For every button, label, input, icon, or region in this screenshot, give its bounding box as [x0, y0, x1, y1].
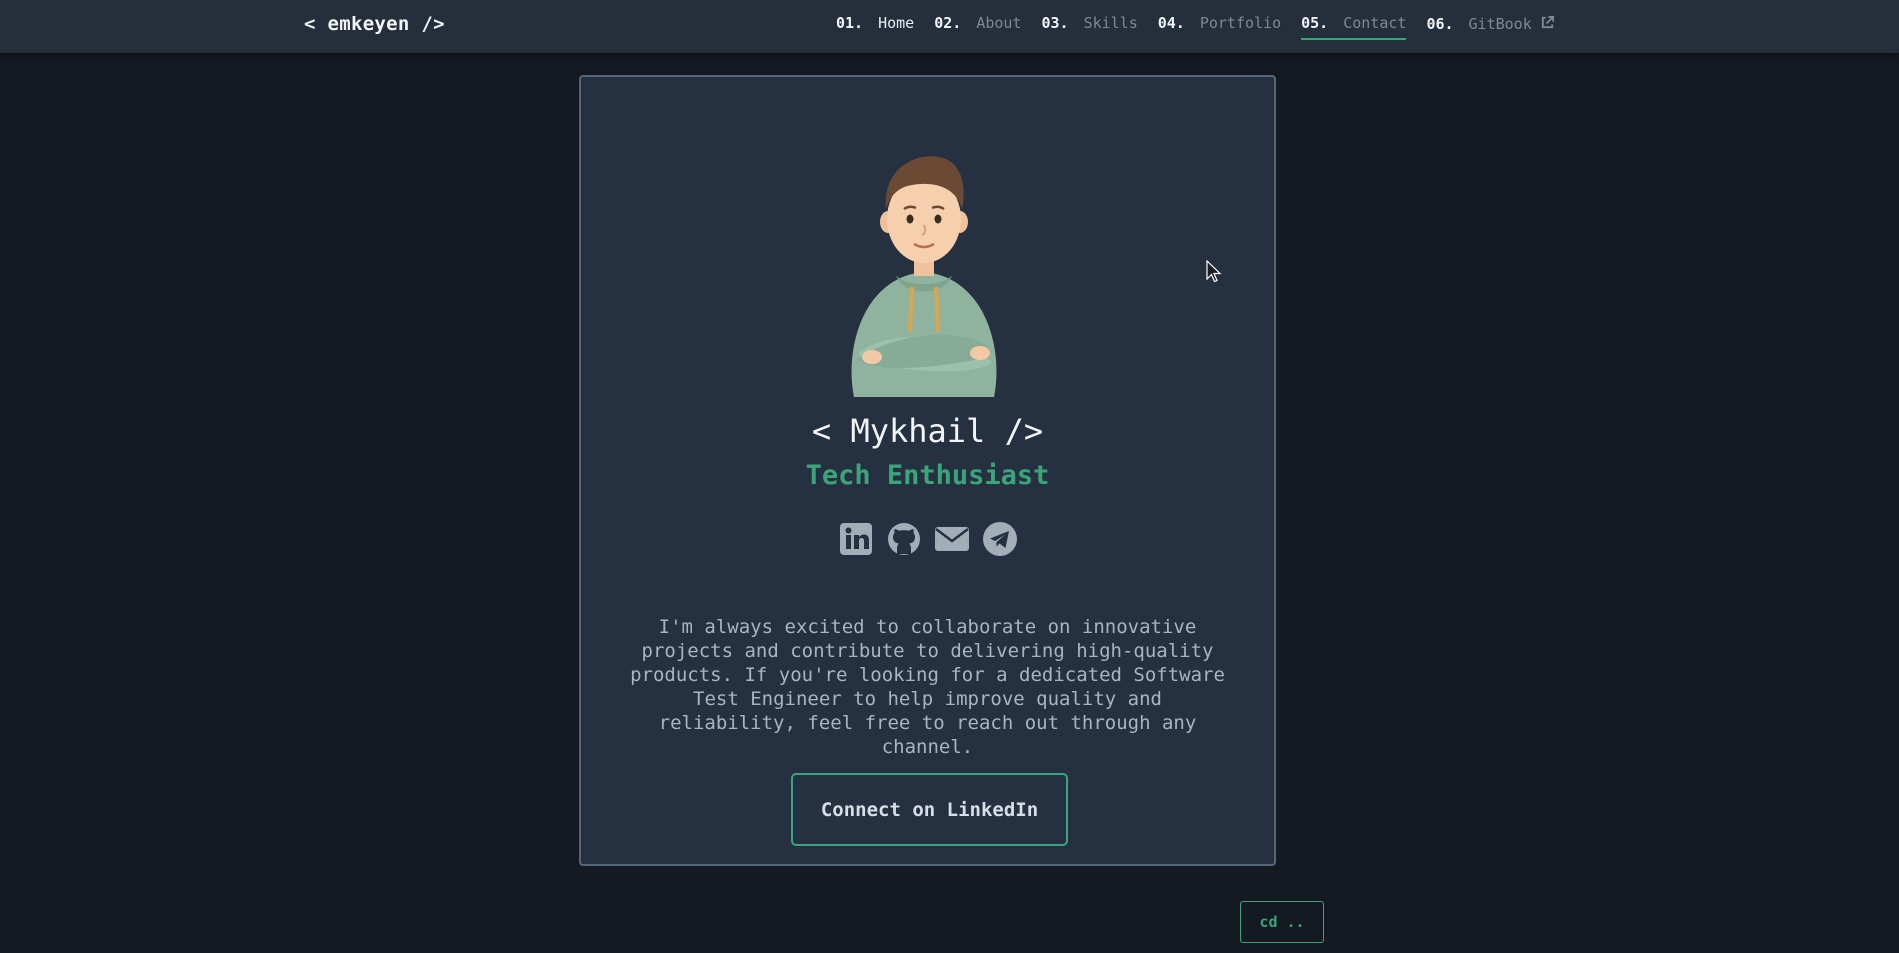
nav-number: 03.: [1041, 14, 1069, 32]
nav-label: About: [976, 14, 1022, 32]
nav-item-gitbook[interactable]: 06. GitBook: [1426, 0, 1554, 40]
linkedin-icon[interactable]: [838, 521, 874, 557]
nav-item-contact[interactable]: 05. Contact: [1301, 0, 1407, 40]
main-nav: 01. Home 02. About 03. Skills 04. Portfo…: [836, 0, 1555, 53]
bio-text: I'm always excited to collaborate on inn…: [630, 616, 1225, 758]
avatar: [851, 156, 997, 397]
connect-linkedin-button[interactable]: Connect on LinkedIn: [791, 773, 1068, 846]
profile-name: < Mykhail />: [811, 412, 1044, 450]
site-logo[interactable]: < emkeyen />: [304, 13, 445, 35]
nav-label: Skills: [1083, 14, 1138, 32]
back-button[interactable]: cd ..: [1240, 901, 1324, 943]
contact-card: < Mykhail /> Tech Enthusiast I'm always …: [579, 75, 1276, 866]
nav-number: 01.: [836, 14, 864, 32]
profile-role: Tech Enthusiast: [805, 460, 1050, 491]
nav-item-home[interactable]: 01. Home: [836, 0, 914, 40]
top-navbar: < emkeyen /> 01. Home 02. About 03. Skil…: [0, 0, 1899, 53]
nav-item-about[interactable]: 02. About: [934, 0, 1021, 40]
mouse-cursor-icon: [1206, 260, 1222, 283]
nav-number: 05.: [1301, 14, 1329, 32]
telegram-icon[interactable]: [982, 521, 1018, 557]
nav-number: 04.: [1157, 14, 1185, 32]
nav-label: GitBook: [1468, 15, 1532, 33]
nav-number: 02.: [934, 14, 962, 32]
nav-label: Portfolio: [1199, 14, 1282, 32]
nav-item-skills[interactable]: 03. Skills: [1041, 0, 1137, 40]
nav-item-portfolio[interactable]: 04. Portfolio: [1158, 0, 1281, 40]
github-icon[interactable]: [886, 521, 922, 557]
email-icon[interactable]: [934, 521, 970, 557]
nav-label: Contact: [1343, 14, 1407, 32]
external-link-icon: [1541, 15, 1554, 29]
nav-label: Home: [878, 14, 915, 32]
nav-number: 06.: [1426, 15, 1454, 33]
social-links: [581, 521, 1274, 557]
